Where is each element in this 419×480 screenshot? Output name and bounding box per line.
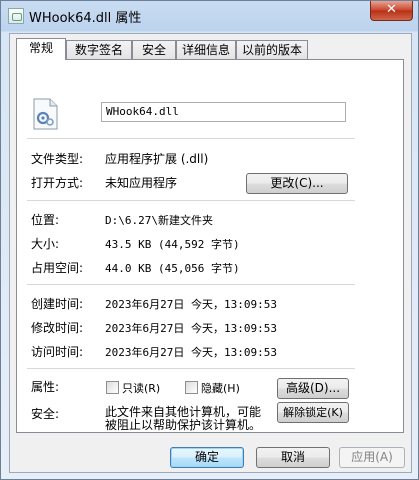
separator (27, 138, 355, 139)
file-type-label: 文件类型: (31, 152, 84, 166)
tab-general[interactable]: 常规 (16, 38, 66, 60)
dll-file-icon (33, 98, 58, 130)
window-title: WHook64.dll 属性 (29, 11, 142, 26)
cancel-button[interactable]: 取消 (256, 447, 330, 468)
unblock-button[interactable]: 解除锁定(K) (277, 402, 349, 423)
size-on-disk-value: 44.0 KB (45,056 字节) (105, 262, 240, 275)
dialog-body: 常规 数字签名 安全 详细信息 以前的版本 WHook64.dll 文件类型: … (9, 33, 412, 473)
security-label: 安全: (31, 407, 60, 421)
size-label: 大小: (31, 237, 60, 251)
readonly-label[interactable]: 只读(R) (122, 380, 160, 396)
accessed-value: 2023年6月27日 今天，13:09:53 (105, 346, 277, 359)
apply-button[interactable]: 应用(A) (339, 447, 405, 468)
created-label: 创建时间: (31, 297, 84, 311)
modified-label: 修改时间: (31, 321, 84, 335)
size-value: 43.5 KB (44,592 字节) (105, 238, 240, 251)
separator (27, 284, 355, 285)
file-type-value: 应用程序扩展 (.dll) (105, 152, 209, 166)
tab-security[interactable]: 安全 (132, 40, 176, 59)
readonly-checkbox[interactable] (106, 381, 119, 394)
accessed-label: 访问时间: (31, 345, 84, 359)
separator (27, 200, 355, 201)
close-button[interactable]: ✕ (370, 1, 413, 21)
change-button[interactable]: 更改(C)... (246, 173, 348, 194)
separator (27, 368, 355, 369)
opens-with-value: 未知应用程序 (105, 176, 178, 190)
general-panel: WHook64.dll 文件类型: 应用程序扩展 (.dll) 打开方式: 未知… (16, 59, 404, 433)
location-label: 位置: (31, 213, 60, 227)
modified-value: 2023年6月27日 今天，13:09:53 (105, 322, 277, 335)
security-text-line2: 被阻止以帮助保护该计算机。 (105, 418, 262, 432)
opens-with-label: 打开方式: (31, 176, 84, 190)
hidden-checkbox[interactable] (185, 381, 198, 394)
created-value: 2023年6月27日 今天，13:09:53 (105, 298, 277, 311)
size-on-disk-label: 占用空间: (31, 261, 84, 275)
location-value: D:\6.27\新建文件夹 (105, 214, 213, 227)
tab-previous-versions[interactable]: 以前的版本 (236, 40, 308, 59)
file-icon (8, 8, 24, 24)
hidden-label[interactable]: 隐藏(H) (201, 380, 240, 396)
title-bar[interactable]: WHook64.dll 属性 ✕ (1, 1, 418, 31)
attributes-label: 属性: (31, 380, 60, 394)
file-name-field[interactable]: WHook64.dll (101, 102, 346, 122)
ok-button[interactable]: 确定 (170, 447, 244, 468)
tab-digital-signatures[interactable]: 数字签名 (66, 40, 132, 59)
properties-window: WHook64.dll 属性 ✕ 常规 数字签名 安全 详细信息 以前的版本 W… (0, 0, 419, 480)
advanced-button[interactable]: 高级(D)... (277, 378, 349, 399)
tab-details[interactable]: 详细信息 (176, 40, 236, 59)
